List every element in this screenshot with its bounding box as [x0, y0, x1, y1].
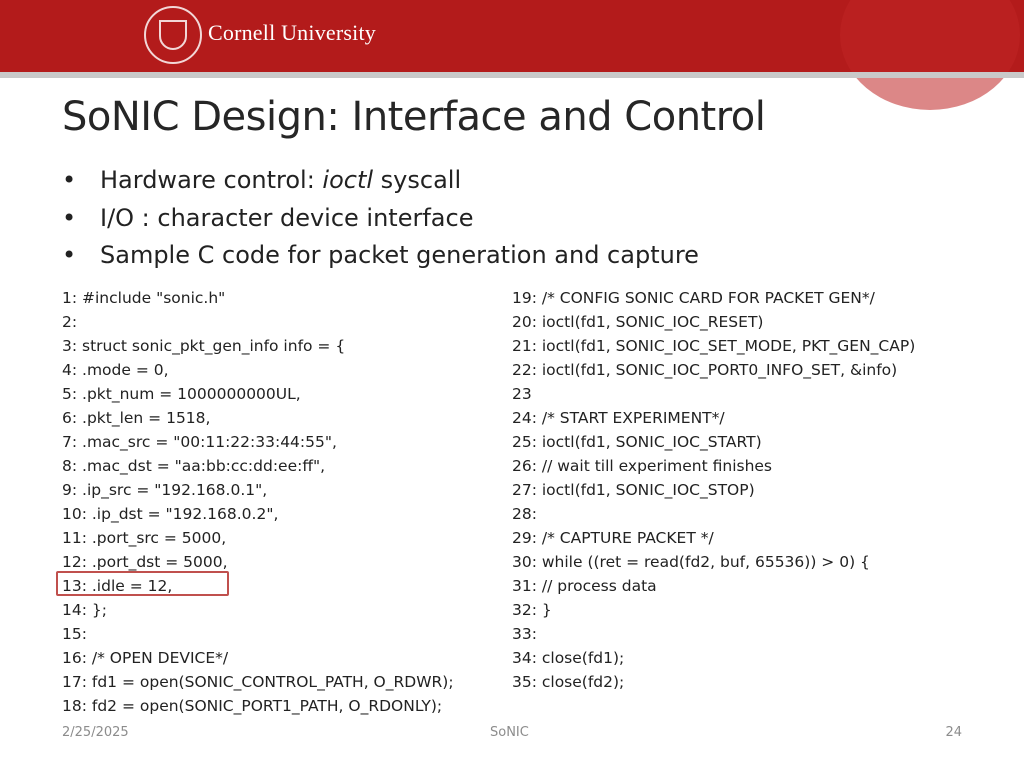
code-line: 27: ioctl(fd1, SONIC_IOC_STOP): [512, 481, 755, 499]
bullet-item: • Sample C code for packet generation and…: [62, 241, 699, 269]
bullet-text: Sample C code for packet generation and …: [100, 241, 699, 269]
code-line: 25: ioctl(fd1, SONIC_IOC_START): [512, 433, 762, 451]
code-line: 32: }: [512, 601, 552, 619]
code-line: 24: /* START EXPERIMENT*/: [512, 409, 725, 427]
slide-title: SoNIC Design: Interface and Control: [62, 94, 766, 140]
code-line: 14: };: [62, 601, 107, 619]
code-line: 33:: [512, 625, 537, 643]
page-number: 24: [945, 725, 962, 740]
code-line: 8: .mac_dst = "aa:bb:cc:dd:ee:ff",: [62, 457, 326, 475]
code-line: 2:: [62, 313, 78, 331]
code-listing-right: 19: /* CONFIG SONIC CARD FOR PACKET GEN*…: [512, 286, 915, 694]
code-line: 3: struct sonic_pkt_gen_info info = {: [62, 337, 346, 355]
code-line: 28:: [512, 505, 537, 523]
banner-divider: [0, 72, 1024, 78]
code-line: 18: fd2 = open(SONIC_PORT1_PATH, O_RDONL…: [62, 697, 443, 715]
university-wordmark: Cornell University: [208, 20, 376, 45]
code-line: 16: /* OPEN DEVICE*/: [62, 649, 229, 667]
code-line: 1: #include "sonic.h": [62, 289, 226, 307]
code-line: 15:: [62, 625, 87, 643]
code-line: 29: /* CAPTURE PACKET */: [512, 529, 714, 547]
code-line: 30: while ((ret = read(fd2, buf, 65536))…: [512, 553, 870, 571]
bullet-text-suffix: syscall: [373, 166, 462, 194]
code-line: 17: fd1 = open(SONIC_CONTROL_PATH, O_RDW…: [62, 673, 454, 691]
footer-date: 2/25/2025: [62, 725, 129, 740]
code-line: 5: .pkt_num = 1000000000UL,: [62, 385, 301, 403]
code-line: 21: ioctl(fd1, SONIC_IOC_SET_MODE, PKT_G…: [512, 337, 916, 355]
code-line: 22: ioctl(fd1, SONIC_IOC_PORT0_INFO_SET,…: [512, 361, 898, 379]
footer-title: SoNIC: [490, 725, 529, 740]
code-line: 10: .ip_dst = "192.168.0.2",: [62, 505, 279, 523]
code-line: 6: .pkt_len = 1518,: [62, 409, 211, 427]
code-line: 9: .ip_src = "192.168.0.1",: [62, 481, 268, 499]
code-line: 7: .mac_src = "00:11:22:33:44:55",: [62, 433, 337, 451]
code-listing-left: 1: #include "sonic.h" 2: 3: struct sonic…: [62, 286, 454, 718]
header-banner: Cornell University: [0, 0, 1024, 110]
bullet-item: • I/O : character device interface: [62, 203, 474, 232]
highlight-box: [56, 571, 229, 596]
code-line: 4: .mode = 0,: [62, 361, 169, 379]
decorative-medallion: [840, 0, 1020, 110]
code-line: 11: .port_src = 5000,: [62, 529, 227, 547]
code-line: 34: close(fd1);: [512, 649, 625, 667]
code-line: 19: /* CONFIG SONIC CARD FOR PACKET GEN*…: [512, 289, 875, 307]
cornell-seal-icon: [144, 6, 202, 64]
bullet-text-prefix: Hardware control:: [100, 166, 323, 194]
bullet-text: I/O : character device interface: [100, 203, 474, 232]
bullet-text-emphasis: ioctl: [322, 166, 374, 194]
code-line: 35: close(fd2);: [512, 673, 625, 691]
code-line: 26: // wait till experiment finishes: [512, 457, 773, 475]
code-line: 31: // process data: [512, 577, 657, 595]
code-line: 23: [512, 385, 532, 403]
code-line: 20: ioctl(fd1, SONIC_IOC_RESET): [512, 313, 764, 331]
bullet-item: • Hardware control: ioctl syscall: [62, 166, 462, 194]
bullet-list: • Hardware control: ioctl syscall • I/O : …: [62, 162, 699, 275]
